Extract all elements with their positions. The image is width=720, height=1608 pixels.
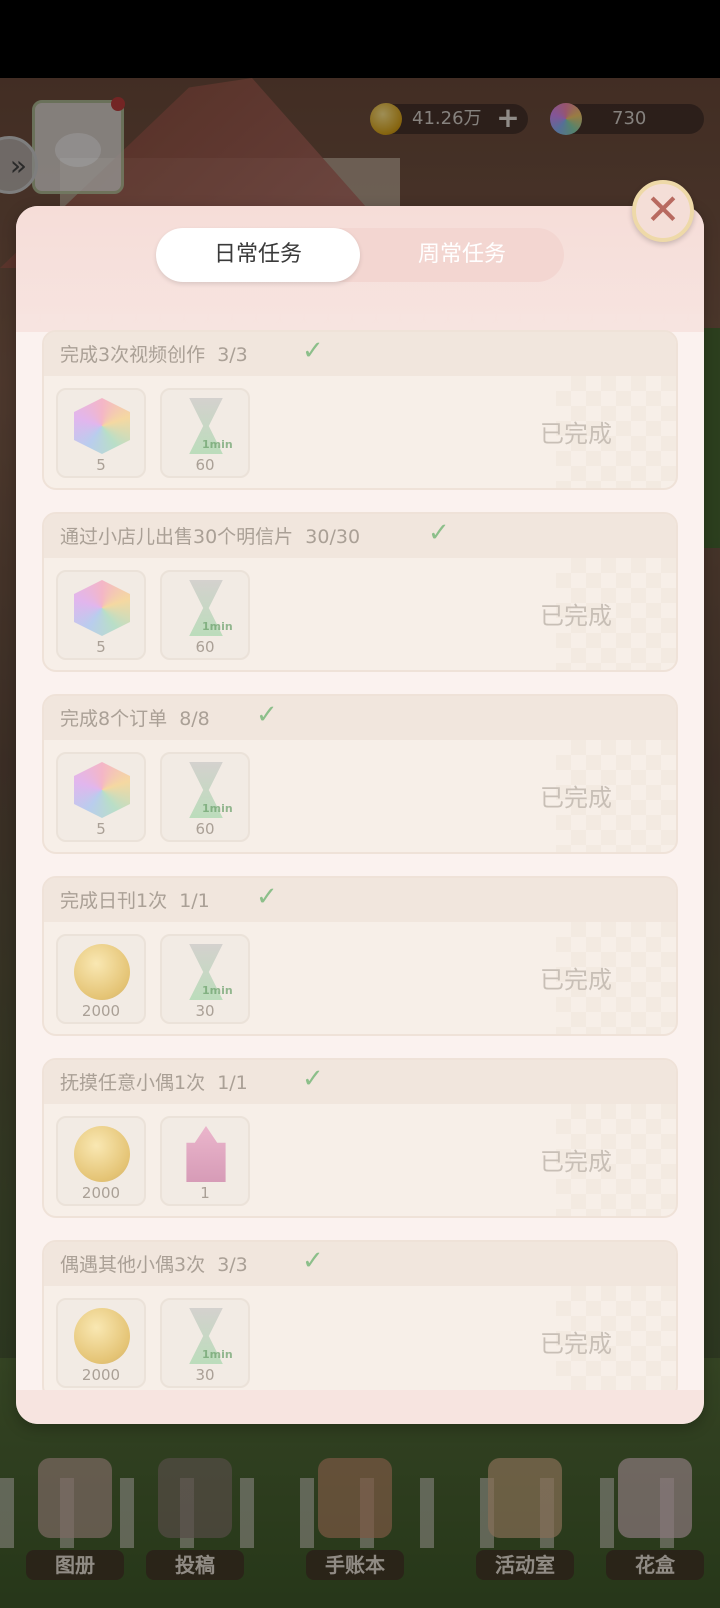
hourglass-time-label: 1min <box>202 802 233 815</box>
rainbow-gem-icon <box>74 762 130 818</box>
tab-weekly-tasks[interactable]: 周常任务 <box>360 228 564 282</box>
task-title: 完成日刊1次 1/1 <box>60 886 210 913</box>
task-name: 抚摸任意小偶1次 <box>60 1072 206 1094</box>
reward-count: 30 <box>195 1366 215 1384</box>
hourglass-time-label: 1min <box>202 1348 233 1361</box>
checkmark-icon: ✓ <box>256 882 278 912</box>
rainbow-gem-icon <box>74 580 130 636</box>
task-status: 已完成 <box>540 1148 612 1176</box>
task-progress: 3/3 <box>217 344 248 366</box>
task-progress: 3/3 <box>217 1254 248 1276</box>
reward-count: 5 <box>96 456 106 474</box>
close-icon: ✕ <box>645 185 681 234</box>
reward-item[interactable]: 5 <box>56 388 146 478</box>
reward-count: 60 <box>195 820 215 838</box>
task-title-bar: 通过小店儿出售30个明信片 30/30 ✓ <box>44 514 676 558</box>
reward-count: 2000 <box>81 1002 121 1020</box>
task-status: 已完成 <box>540 966 612 994</box>
dialog-footer <box>16 1390 704 1424</box>
task-status: 已完成 <box>540 784 612 812</box>
task-progress: 8/8 <box>179 708 210 730</box>
hourglass-time-label: 1min <box>202 620 233 633</box>
task-progress: 30/30 <box>305 526 361 548</box>
task-card: 完成3次视频创作 3/3 ✓ 5 1min 60 已完成 <box>42 330 678 490</box>
task-status: 已完成 <box>540 1330 612 1358</box>
pink-castle-icon <box>186 1126 226 1182</box>
reward-count: 30 <box>195 1002 215 1020</box>
task-card: 通过小店儿出售30个明信片 30/30 ✓ 5 1min 60 已完成 <box>42 512 678 672</box>
reward-count: 2000 <box>81 1366 121 1384</box>
reward-count: 2000 <box>81 1184 121 1202</box>
reward-count: 60 <box>195 638 215 656</box>
reward-item[interactable]: 2000 <box>56 1116 146 1206</box>
gold-coin-icon <box>74 944 130 1000</box>
close-button[interactable]: ✕ <box>632 180 694 242</box>
gold-coin-icon <box>74 1308 130 1364</box>
task-name: 通过小店儿出售30个明信片 <box>60 526 294 548</box>
checkmark-icon: ✓ <box>302 1246 324 1276</box>
reward-item[interactable]: 1 <box>160 1116 250 1206</box>
task-title-bar: 抚摸任意小偶1次 1/1 ✓ <box>44 1060 676 1104</box>
hourglass-time-label: 1min <box>202 438 233 451</box>
reward-count: 5 <box>96 820 106 838</box>
task-name: 完成3次视频创作 <box>60 344 206 366</box>
rainbow-gem-icon <box>74 398 130 454</box>
reward-item[interactable]: 5 <box>56 752 146 842</box>
task-dialog: 日常任务 周常任务 完成3次视频创作 3/3 ✓ 5 1min 60 已完成 通过小店儿出售… <box>16 206 704 1424</box>
reward-count: 1 <box>200 1184 210 1202</box>
task-title: 偶遇其他小偶3次 3/3 <box>60 1250 248 1277</box>
reward-count: 5 <box>96 638 106 656</box>
reward-count: 60 <box>195 456 215 474</box>
task-progress: 1/1 <box>179 890 210 912</box>
task-title-bar: 完成8个订单 8/8 ✓ <box>44 696 676 740</box>
gold-coin-icon <box>74 1126 130 1182</box>
reward-item[interactable]: 1min 60 <box>160 388 250 478</box>
task-title: 通过小店儿出售30个明信片 30/30 <box>60 522 360 549</box>
task-title: 完成8个订单 8/8 <box>60 704 210 731</box>
checkmark-icon: ✓ <box>428 518 450 548</box>
tab-daily-tasks[interactable]: 日常任务 <box>156 228 360 282</box>
task-status: 已完成 <box>540 602 612 630</box>
task-tabs: 日常任务 周常任务 <box>156 228 564 282</box>
reward-item[interactable]: 2000 <box>56 934 146 1024</box>
status-bar <box>0 0 720 78</box>
reward-item[interactable]: 1min 30 <box>160 934 250 1024</box>
task-name: 完成8个订单 <box>60 708 168 730</box>
reward-item[interactable]: 1min 60 <box>160 570 250 660</box>
task-card: 完成日刊1次 1/1 ✓ 2000 1min 30 已完成 <box>42 876 678 1036</box>
task-title-bar: 偶遇其他小偶3次 3/3 ✓ <box>44 1242 676 1286</box>
reward-item[interactable]: 2000 <box>56 1298 146 1388</box>
task-title-bar: 完成3次视频创作 3/3 ✓ <box>44 332 676 376</box>
task-status: 已完成 <box>540 420 612 448</box>
task-card: 抚摸任意小偶1次 1/1 ✓ 2000 1 已完成 <box>42 1058 678 1218</box>
task-progress: 1/1 <box>217 1072 248 1094</box>
hourglass-time-label: 1min <box>202 984 233 997</box>
task-title: 抚摸任意小偶1次 1/1 <box>60 1068 248 1095</box>
task-card: 完成8个订单 8/8 ✓ 5 1min 60 已完成 <box>42 694 678 854</box>
reward-item[interactable]: 5 <box>56 570 146 660</box>
task-card: 偶遇其他小偶3次 3/3 ✓ 2000 1min 30 已完成 <box>42 1240 678 1396</box>
reward-item[interactable]: 1min 60 <box>160 752 250 842</box>
checkmark-icon: ✓ <box>302 1064 324 1094</box>
task-name: 偶遇其他小偶3次 <box>60 1254 206 1276</box>
checkmark-icon: ✓ <box>256 700 278 730</box>
checkmark-icon: ✓ <box>302 336 324 366</box>
reward-item[interactable]: 1min 30 <box>160 1298 250 1388</box>
task-title: 完成3次视频创作 3/3 <box>60 340 248 367</box>
task-title-bar: 完成日刊1次 1/1 ✓ <box>44 878 676 922</box>
task-list[interactable]: 完成3次视频创作 3/3 ✓ 5 1min 60 已完成 通过小店儿出售30个明信片 30/… <box>16 330 704 1396</box>
task-name: 完成日刊1次 <box>60 890 168 912</box>
